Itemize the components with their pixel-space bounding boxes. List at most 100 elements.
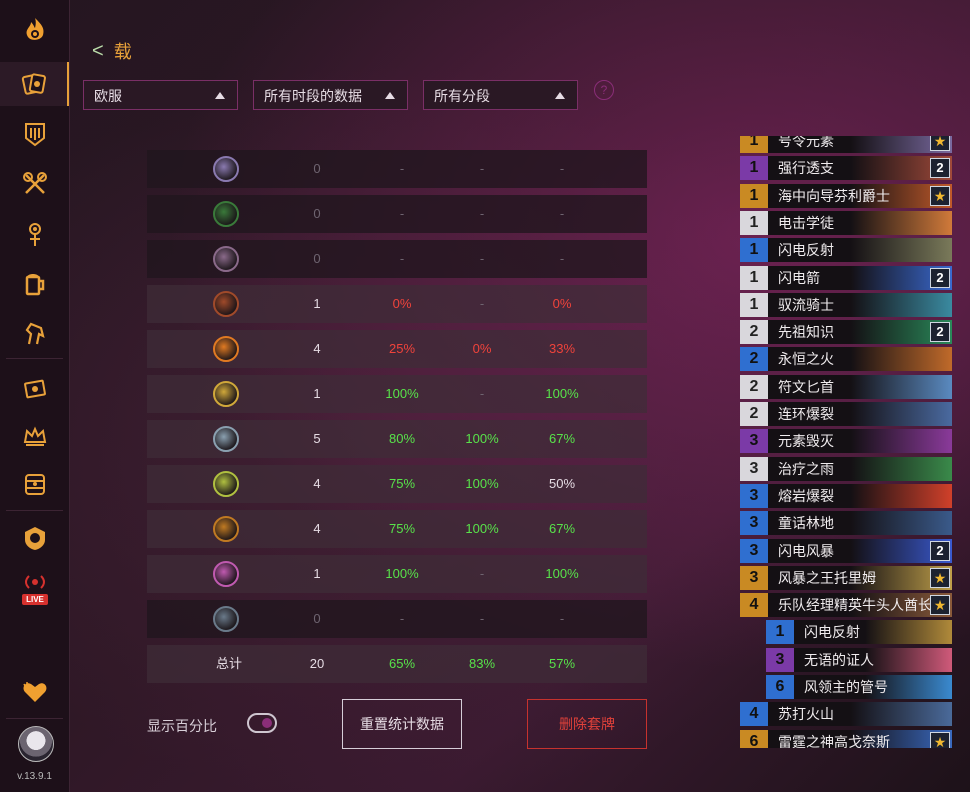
- cards-icon[interactable]: [0, 62, 69, 106]
- period-dropdown[interactable]: 所有时段的数据: [253, 80, 408, 110]
- card-name: 治疗之雨: [768, 456, 952, 481]
- deck-card[interactable]: 3 元素毁灭: [740, 428, 952, 454]
- stats-cell-c3: -: [479, 296, 485, 311]
- legendary-star-icon: ★: [930, 567, 950, 588]
- stats-cell-c4: 33%: [548, 341, 576, 356]
- card-cost: 1: [740, 156, 768, 181]
- stats-cell-c4: -: [559, 161, 565, 176]
- ornament-icon[interactable]: [0, 212, 69, 256]
- stats-cell-c4: 100%: [545, 386, 579, 401]
- stats-row: 1 0% - 0%: [147, 285, 647, 323]
- deck-card[interactable]: 1 闪电箭 2: [740, 265, 952, 291]
- stats-cell-c2: -: [399, 611, 405, 626]
- stats-cell-c2: 100%: [385, 386, 419, 401]
- battlegrounds-icon[interactable]: [0, 516, 69, 560]
- deck-icon[interactable]: [0, 112, 69, 156]
- card-count: 2: [930, 322, 950, 343]
- deck-card[interactable]: 1 电击学徒: [740, 210, 952, 236]
- deck-card[interactable]: 1 号令元素 ★: [740, 136, 952, 154]
- stats-cell-c4: -: [559, 206, 565, 221]
- total-col2: 65%: [388, 656, 416, 671]
- deck-card[interactable]: 2 连环爆裂: [740, 401, 952, 427]
- card-name: 熔岩爆裂: [768, 483, 952, 508]
- stats-cell-games: 4: [313, 476, 321, 491]
- deck-card[interactable]: 4 乐队经理精英牛头人酋长 ★: [740, 592, 952, 618]
- live-badge: LIVE: [22, 594, 48, 605]
- total-label: 总计: [215, 656, 242, 671]
- deck-card[interactable]: 2 先祖知识 2: [740, 319, 952, 345]
- horse-icon[interactable]: [0, 312, 69, 356]
- deck-card[interactable]: 1 闪电反射: [740, 237, 952, 263]
- stats-cell-c4: 67%: [548, 431, 576, 446]
- stats-cell-c2: 75%: [388, 476, 416, 491]
- triangle-up-icon: [555, 92, 565, 99]
- ticket-icon[interactable]: [0, 366, 69, 410]
- deck-card[interactable]: 1 闪电反射: [766, 619, 952, 645]
- card-name: 闪电反射: [768, 238, 952, 263]
- card-count: 2: [930, 267, 950, 288]
- dungeon-icon[interactable]: [0, 462, 69, 506]
- flame-logo-icon[interactable]: [0, 8, 69, 52]
- card-cost: 4: [740, 593, 768, 618]
- class-icon-3: [213, 246, 239, 272]
- show-percent-toggle[interactable]: [247, 713, 277, 733]
- deck-card[interactable]: 4 苏打火山: [740, 701, 952, 727]
- region-dropdown[interactable]: 欧服: [83, 80, 238, 110]
- stats-cell-c4: -: [559, 611, 565, 626]
- deck-card[interactable]: 3 童话林地: [740, 510, 952, 536]
- heart-icon[interactable]: [0, 670, 69, 714]
- stats-row: 4 75% 100% 67%: [147, 510, 647, 548]
- deck-card[interactable]: 3 风暴之王托里姆 ★: [740, 565, 952, 591]
- stats-cell-c4: -: [559, 251, 565, 266]
- deck-card[interactable]: 3 治疗之雨: [740, 456, 952, 482]
- delete-deck-button[interactable]: 删除套牌: [527, 699, 647, 749]
- crossed-axes-icon[interactable]: [0, 162, 69, 206]
- class-icon-6: [213, 381, 239, 407]
- deck-card[interactable]: 6 雷霆之神高戈奈斯 ★: [740, 729, 952, 748]
- deck-card[interactable]: 1 驭流骑士: [740, 292, 952, 318]
- card-cost: 3: [740, 483, 768, 508]
- card-cost: 2: [740, 320, 768, 345]
- stats-cell-c3: 100%: [465, 521, 499, 536]
- card-cost: 6: [740, 729, 768, 748]
- card-cost: 3: [740, 429, 768, 454]
- crown-icon[interactable]: [0, 414, 69, 458]
- deck-card[interactable]: 6 风领主的管号: [766, 674, 952, 700]
- card-name: 连环爆裂: [768, 402, 952, 426]
- card-name: 雷霆之神高戈奈斯 ★: [768, 729, 952, 748]
- period-dropdown-value: 所有时段的数据: [264, 88, 362, 104]
- sidebar-divider: [6, 510, 63, 511]
- help-icon[interactable]: ?: [594, 80, 614, 100]
- deck-card[interactable]: 3 熔岩爆裂: [740, 483, 952, 509]
- back-button[interactable]: < 载: [92, 38, 132, 64]
- deck-card[interactable]: 2 符文匕首: [740, 374, 952, 400]
- stats-cell-games: 1: [313, 566, 321, 581]
- avatar[interactable]: [18, 726, 54, 762]
- card-name: 乐队经理精英牛头人酋长 ★: [768, 593, 952, 618]
- page-title: 载: [113, 42, 132, 62]
- reset-stats-button[interactable]: 重置统计数据: [342, 699, 462, 749]
- stats-cell-c2: 75%: [388, 521, 416, 536]
- card-cost: 2: [740, 347, 768, 372]
- legendary-star-icon: ★: [930, 136, 950, 151]
- stats-cell-games: 1: [313, 386, 321, 401]
- stats-cell-c3: 0%: [472, 341, 492, 356]
- card-name: 风暴之王托里姆 ★: [768, 565, 952, 590]
- card-cost: 1: [740, 136, 768, 153]
- stats-cell-c4: 67%: [548, 521, 576, 536]
- stats-cell-c4: 100%: [545, 566, 579, 581]
- card-cost: 1: [740, 210, 768, 235]
- deck-card[interactable]: 3 无语的证人: [766, 647, 952, 673]
- card-name: 强行透支 2: [768, 156, 952, 181]
- tankard-icon[interactable]: [0, 262, 69, 306]
- card-name: 号令元素 ★: [768, 136, 952, 153]
- deck-card[interactable]: 2 永恒之火: [740, 346, 952, 372]
- deck-card[interactable]: 3 闪电风暴 2: [740, 538, 952, 564]
- class-icon-11: [213, 606, 239, 632]
- legendary-star-icon: ★: [930, 595, 950, 616]
- rank-dropdown[interactable]: 所有分段: [423, 80, 578, 110]
- stats-row: 1 100% - 100%: [147, 375, 647, 413]
- card-cost: 4: [740, 702, 768, 727]
- deck-card[interactable]: 1 强行透支 2: [740, 155, 952, 181]
- deck-card[interactable]: 1 海中向导芬利爵士 ★: [740, 183, 952, 209]
